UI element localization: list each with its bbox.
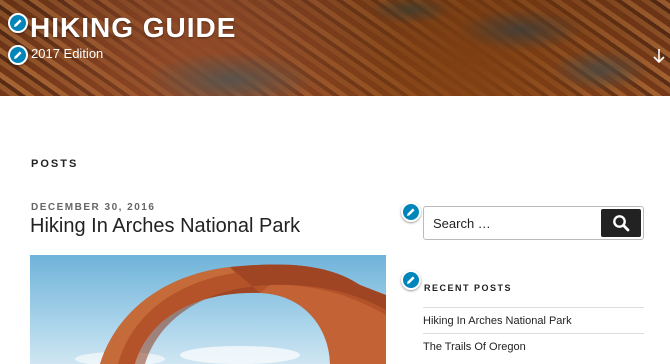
search-form — [423, 206, 644, 240]
recent-posts-title: RECENT POSTS — [424, 283, 513, 293]
pencil-icon — [14, 19, 22, 27]
pencil-icon — [407, 208, 415, 216]
recent-post-item[interactable]: Hiking In Arches National Park — [423, 307, 644, 333]
recent-post-item[interactable]: The Trails Of Oregon — [423, 333, 644, 359]
site-header: HIKING GUIDE 2017 Edition — [0, 0, 670, 96]
recent-posts-list: Hiking In Arches National Park The Trail… — [423, 307, 644, 359]
edit-site-title-button[interactable] — [8, 13, 28, 33]
pencil-icon — [407, 276, 415, 284]
posts-section-heading: POSTS — [31, 158, 79, 170]
site-description: 2017 Edition — [31, 46, 104, 61]
post-date[interactable]: DECEMBER 30, 2016 — [31, 202, 155, 213]
post-title[interactable]: Hiking In Arches National Park — [30, 215, 300, 238]
edit-recent-posts-widget-button[interactable] — [401, 270, 421, 290]
arrow-down-icon[interactable] — [652, 47, 666, 65]
arch-photo — [75, 264, 386, 364]
edit-site-description-button[interactable] — [8, 45, 28, 65]
search-button[interactable] — [601, 209, 641, 237]
edit-search-widget-button[interactable] — [401, 202, 421, 222]
site-title[interactable]: HIKING GUIDE — [30, 12, 236, 44]
post-featured-image[interactable] — [30, 255, 386, 364]
pencil-icon — [14, 51, 22, 59]
search-icon — [613, 215, 630, 232]
search-input[interactable] — [425, 208, 601, 238]
